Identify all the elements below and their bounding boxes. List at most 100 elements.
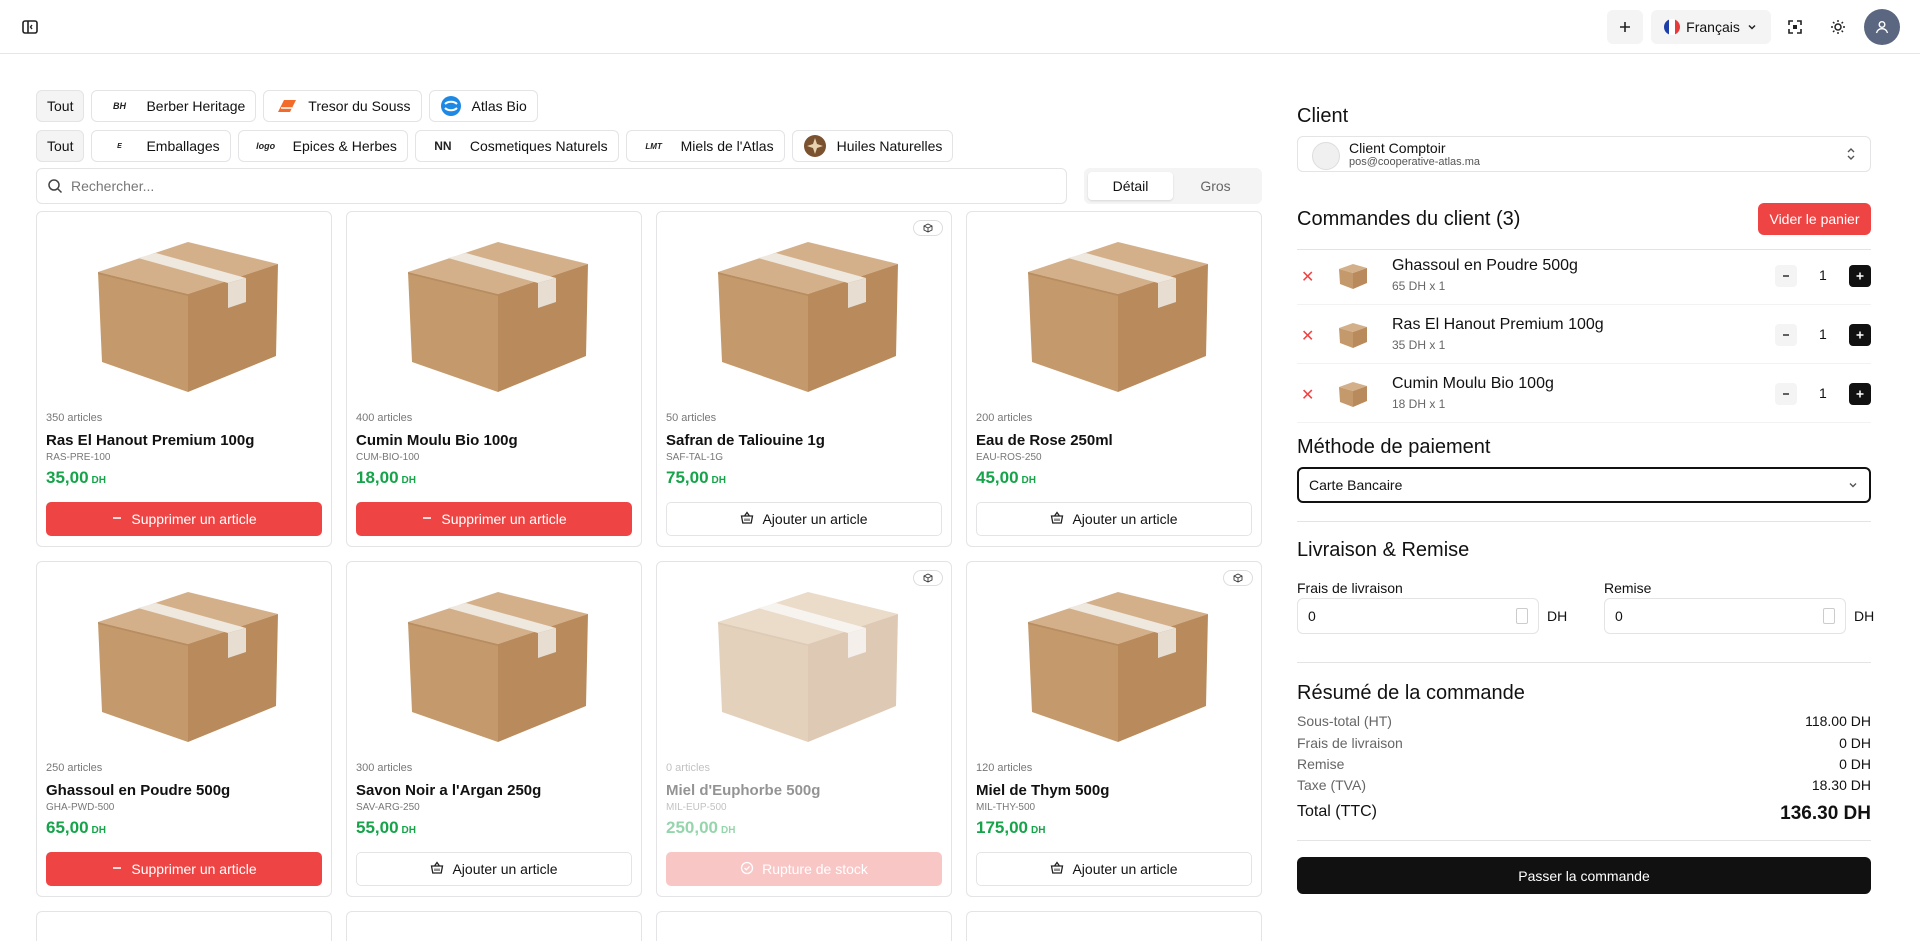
price-currency: DH: [401, 825, 416, 836]
mode-detail-tab[interactable]: Détail: [1088, 172, 1173, 200]
category-chip-all[interactable]: Tout: [36, 130, 85, 162]
increase-qty-button[interactable]: [1849, 383, 1871, 405]
client-avatar: [1312, 142, 1340, 170]
product-card[interactable]: [966, 911, 1262, 941]
price-value: 65,00: [46, 818, 89, 837]
price-currency: DH: [711, 475, 726, 486]
search-icon: [48, 179, 63, 194]
basket-icon: [430, 860, 444, 878]
brand-chip-berber-heritage[interactable]: BH Berber Heritage: [91, 90, 257, 122]
user-icon: [1875, 21, 1889, 34]
summary-value: 0 DH: [1839, 756, 1871, 772]
product-card[interactable]: 300 articles Savon Noir a l'Argan 250g S…: [346, 561, 642, 897]
product-sku: MIL-EUP-500: [666, 802, 727, 813]
summary-total-row: Total (TTC) 136.30 DH: [1297, 803, 1871, 827]
summary-value: 118.00 DH: [1805, 713, 1871, 729]
cardboard-box-thumbnail: [1339, 264, 1367, 289]
discount-input[interactable]: 0: [1604, 598, 1846, 634]
payment-method-select[interactable]: Carte Bancaire: [1297, 467, 1871, 503]
product-card[interactable]: [346, 911, 642, 941]
product-card[interactable]: 350 articles Ras El Hanout Premium 100g …: [36, 211, 332, 547]
sidebar-toggle-icon[interactable]: [20, 17, 40, 37]
cosmetiques-logo: NN: [434, 139, 452, 153]
product-card[interactable]: 400 articles Cumin Moulu Bio 100g CUM-BI…: [346, 211, 642, 547]
minus-icon: [1783, 275, 1789, 277]
basket-icon: [1051, 510, 1064, 524]
chip-label: Miels de l'Atlas: [680, 138, 774, 154]
product-sku: EAU-ROS-250: [976, 452, 1042, 463]
product-image: [977, 222, 1253, 412]
category-chip-miels[interactable]: LMT Miels de l'Atlas: [625, 130, 785, 162]
product-action-button[interactable]: Ajouter un article: [356, 852, 632, 886]
remove-line-icon[interactable]: ✕: [1301, 267, 1314, 287]
product-card[interactable]: 50 articles Safran de Taliouine 1g SAF-T…: [656, 211, 952, 547]
brand-chip-all[interactable]: Tout: [36, 90, 85, 122]
atlas-bio-logo: [440, 96, 461, 116]
client-selector[interactable]: Client Comptoir pos@cooperative-atlas.ma: [1297, 136, 1871, 172]
summary-heading: Résumé de la commande: [1297, 682, 1525, 704]
decrease-qty-button[interactable]: [1775, 383, 1797, 405]
cardboard-box-image: [718, 592, 898, 742]
product-price: 75,00 DH: [666, 468, 726, 488]
number-spinner[interactable]: [1823, 608, 1835, 624]
search-input[interactable]: [71, 178, 1031, 194]
product-price: 175,00 DH: [976, 818, 1045, 838]
summary-value: 0 DH: [1839, 735, 1871, 751]
remove-line-icon[interactable]: ✕: [1301, 326, 1314, 346]
clear-cart-button[interactable]: Vider le panier: [1758, 203, 1871, 235]
product-action-button[interactable]: Supprimer un article: [46, 852, 322, 886]
category-chip-huiles[interactable]: Huiles Naturelles: [791, 130, 954, 162]
decrease-qty-button[interactable]: [1775, 324, 1797, 346]
product-action-button[interactable]: Supprimer un article: [356, 502, 632, 536]
category-chip-epices-herbes[interactable]: logo Epices & Herbes: [237, 130, 408, 162]
category-chip-cosmetiques[interactable]: NN Cosmetiques Naturels: [414, 130, 619, 162]
category-filter-row: Tout E Emballages logo Epices & Herbes N…: [36, 130, 954, 162]
product-image: [357, 222, 633, 412]
category-chip-emballages[interactable]: E Emballages: [91, 130, 231, 162]
number-spinner[interactable]: [1516, 608, 1528, 624]
product-stock-count: 0 articles: [666, 762, 711, 774]
product-sku: SAV-ARG-250: [356, 802, 420, 813]
decrease-qty-button[interactable]: [1775, 265, 1797, 287]
fullscreen-button[interactable]: [1777, 10, 1813, 44]
product-card[interactable]: [36, 911, 332, 941]
package-icon: [1233, 573, 1243, 583]
add-button[interactable]: [1607, 10, 1643, 44]
payment-method-value: Carte Bancaire: [1309, 477, 1403, 493]
product-action-button[interactable]: Ajouter un article: [976, 852, 1252, 886]
product-action-button[interactable]: Ajouter un article: [976, 502, 1252, 536]
brand-chip-tresor-du-souss[interactable]: Tresor du Souss: [263, 90, 422, 122]
product-sku: SAF-TAL-1G: [666, 452, 724, 463]
epices-logo: logo: [256, 141, 276, 151]
increase-qty-button[interactable]: [1849, 265, 1871, 287]
price-currency: DH: [401, 475, 416, 486]
brand-chip-atlas-bio[interactable]: Atlas Bio: [428, 90, 538, 122]
product-card[interactable]: [656, 911, 952, 941]
place-order-button[interactable]: Passer la commande: [1297, 857, 1871, 894]
product-card[interactable]: 120 articles Miel de Thym 500g MIL-THY-5…: [966, 561, 1262, 897]
product-price: 35,00 DH: [46, 468, 106, 488]
product-card[interactable]: 250 articles Ghassoul en Poudre 500g GHA…: [36, 561, 332, 897]
product-card[interactable]: 0 articles Miel d'Euphorbe 500g MIL-EUP-…: [656, 561, 952, 897]
product-card[interactable]: 200 articles Eau de Rose 250ml EAU-ROS-2…: [966, 211, 1262, 547]
summary-value: 18.30 DH: [1811, 777, 1871, 793]
increase-qty-button[interactable]: [1849, 324, 1871, 346]
action-label: Ajouter un article: [1072, 861, 1178, 877]
product-action-button: Rupture de stock: [666, 852, 942, 886]
product-stock-count: 350 articles: [46, 412, 103, 424]
package-icon: [923, 573, 933, 583]
brand-filter-row: Tout BH Berber Heritage Tresor du Souss …: [36, 90, 538, 122]
price-value: 175,00: [976, 818, 1028, 837]
mode-wholesale-tab[interactable]: Gros: [1173, 172, 1258, 200]
order-line: ✕ Cumin Moulu Bio 100g 18 DH x 1 1: [1297, 375, 1871, 425]
user-avatar[interactable]: [1864, 9, 1900, 45]
basket-icon: [740, 510, 754, 528]
check-circle-icon: [740, 861, 754, 878]
product-sku: GHA-PWD-500: [46, 802, 115, 813]
product-action-button[interactable]: Ajouter un article: [666, 502, 942, 536]
language-selector[interactable]: Français: [1651, 10, 1771, 44]
product-action-button[interactable]: Supprimer un article: [46, 502, 322, 536]
remove-line-icon[interactable]: ✕: [1301, 385, 1314, 405]
theme-toggle-button[interactable]: [1820, 10, 1856, 44]
delivery-fee-input[interactable]: 0: [1297, 598, 1539, 634]
